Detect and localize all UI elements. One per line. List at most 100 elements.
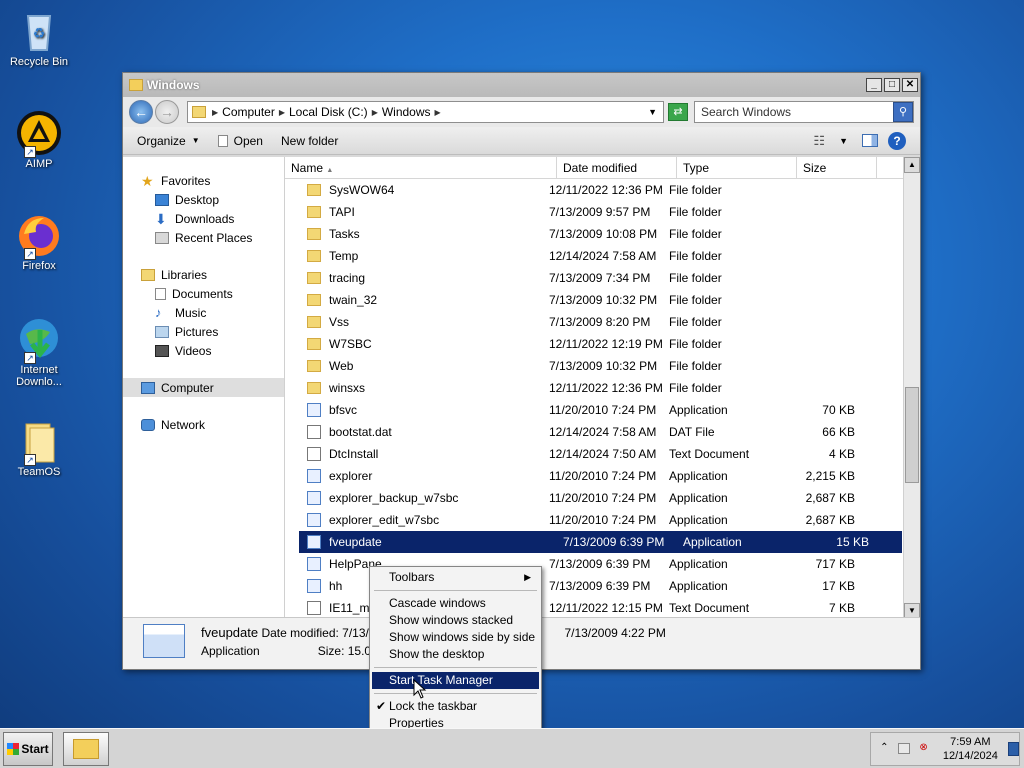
close-button[interactable]: ✕ <box>902 78 918 92</box>
nav-pictures[interactable]: Pictures <box>123 322 284 341</box>
new-folder-button[interactable]: New folder <box>281 134 338 148</box>
file-row[interactable]: Web 7/13/2009 10:32 PM File folder <box>285 355 902 377</box>
organize-button[interactable]: Organize ▼ <box>137 134 200 148</box>
scroll-thumb[interactable] <box>905 387 919 483</box>
desktop-icon-internet-download[interactable]: ↗ Internet Downlo... <box>6 316 72 388</box>
shortcut-arrow-icon: ↗ <box>24 248 36 260</box>
taskbar-explorer-button[interactable] <box>63 731 109 766</box>
address-bar[interactable]: ▶ Computer ▶ Local Disk (C:) ▶ Windows ▶… <box>187 101 664 123</box>
file-date: 7/13/2009 6:39 PM <box>563 535 665 549</box>
title-bar[interactable]: Windows _ □ ✕ <box>123 73 920 97</box>
breadcrumb-local-disk[interactable]: Local Disk (C:) <box>289 105 368 119</box>
vertical-scrollbar[interactable]: ▲ ▼ <box>903 157 920 619</box>
network-icon[interactable] <box>897 743 911 754</box>
search-icon[interactable]: ⚲ <box>893 102 913 122</box>
menu-item-show-windows-stacked[interactable]: Show windows stacked <box>372 612 539 629</box>
volume-muted-icon[interactable]: ⊗ <box>918 742 929 756</box>
desktop-icon-firefox[interactable]: ↗ Firefox <box>6 212 72 272</box>
file-name-cell: tracing <box>285 271 543 285</box>
submenu-arrow-icon: ▶ <box>524 572 531 582</box>
refresh-button[interactable]: ⇄ <box>668 103 688 121</box>
column-header-name[interactable]: Name ▲ <box>285 157 557 178</box>
file-type: File folder <box>669 381 722 395</box>
column-header-date[interactable]: Date modified <box>557 157 677 178</box>
nav-documents[interactable]: Documents <box>123 284 284 303</box>
chevron-right-icon[interactable]: ▶ <box>435 108 441 117</box>
file-row[interactable]: Vss 7/13/2009 8:20 PM File folder <box>285 311 902 333</box>
column-header-type[interactable]: Type <box>677 157 797 178</box>
chevron-down-icon[interactable]: ▼ <box>839 136 848 146</box>
chevron-right-icon[interactable]: ▶ <box>212 108 218 117</box>
file-row[interactable]: explorer 11/20/2010 7:24 PM Application 2,2… <box>285 465 902 487</box>
file-row[interactable]: DtcInstall 12/14/2024 7:50 AM Text Documen… <box>285 443 902 465</box>
nav-label: Downloads <box>175 211 235 226</box>
chevron-right-icon[interactable]: ▶ <box>279 108 285 117</box>
nav-desktop[interactable]: Desktop <box>123 190 284 209</box>
nav-recent-places[interactable]: Recent Places <box>123 228 284 247</box>
star-icon: ★ <box>141 172 154 189</box>
globe-download-icon: ↗ <box>16 316 62 364</box>
minimize-button[interactable]: _ <box>866 78 882 92</box>
details-modified: Date modified: 7/13/ <box>261 626 369 640</box>
menu-item-cascade-windows[interactable]: Cascade windows <box>372 595 539 612</box>
back-button[interactable]: ← <box>129 100 153 124</box>
desktop-icon-label: TeamOS <box>17 466 61 478</box>
show-desktop-icon[interactable] <box>1007 741 1019 756</box>
menu-item-lock-taskbar[interactable]: ✔ Lock the taskbar <box>372 698 539 715</box>
view-options-icon[interactable]: ☷ <box>813 133 825 149</box>
breadcrumb-computer[interactable]: Computer <box>222 105 275 119</box>
system-tray: ⌃ ⊗ 7:59 AM 12/14/2024 <box>870 731 1020 766</box>
search-input[interactable]: Search Windows ⚲ <box>694 101 914 123</box>
file-row[interactable]: explorer_backup_w7sbc 11/20/2010 7:24 PM A… <box>285 487 902 509</box>
desktop-icon-teamos[interactable]: ↗ TeamOS <box>6 418 72 478</box>
file-row[interactable]: TAPI 7/13/2009 9:57 PM File folder <box>285 201 902 223</box>
nav-label: Favorites <box>161 173 211 188</box>
file-row[interactable]: winsxs 12/11/2022 12:36 PM File folder <box>285 377 902 399</box>
file-row[interactable]: explorer_edit_w7sbc 11/20/2010 7:24 PM App… <box>285 509 902 531</box>
file-row[interactable]: bootstat.dat 12/14/2024 7:58 AM DAT File 66… <box>285 421 902 443</box>
menu-item-show-windows-side-by-side[interactable]: Show windows side by side <box>372 629 539 646</box>
file-name: Temp <box>329 249 359 263</box>
desktop-icon-aimp[interactable]: ↗ AIMP <box>6 110 72 170</box>
nav-libraries[interactable]: Libraries <box>123 265 284 284</box>
menu-item-toolbars[interactable]: Toolbars ▶ <box>372 569 539 586</box>
file-name: tracing <box>329 271 366 285</box>
menu-item-start-task-manager[interactable]: Start Task Manager <box>372 672 539 689</box>
open-button[interactable]: Open <box>217 134 263 148</box>
nav-favorites[interactable]: ★ Favorites <box>123 171 284 190</box>
file-size: 66 KB <box>822 425 855 439</box>
file-row[interactable]: fveupdate 7/13/2009 6:39 PM Application 15 … <box>299 531 902 553</box>
nav-videos[interactable]: Videos <box>123 341 284 360</box>
file-row[interactable]: twain_32 7/13/2009 10:32 PM File folder <box>285 289 902 311</box>
file-row[interactable]: SysWOW64 12/11/2022 12:36 PM File folder <box>285 179 902 201</box>
nav-downloads[interactable]: ⬇ Downloads <box>123 209 284 228</box>
file-date: 12/11/2022 12:36 PM <box>549 381 663 395</box>
file-row[interactable]: W7SBC 12/11/2022 12:19 PM File folder <box>285 333 902 355</box>
file-date: 7/13/2009 10:32 PM <box>549 293 658 307</box>
nav-computer[interactable]: Computer <box>123 378 284 397</box>
file-row[interactable]: Temp 12/14/2024 7:58 AM File folder <box>285 245 902 267</box>
chevron-right-icon[interactable]: ▶ <box>372 108 378 117</box>
aimp-icon: ↗ <box>16 110 62 158</box>
file-row[interactable]: tracing 7/13/2009 7:34 PM File folder <box>285 267 902 289</box>
file-row[interactable]: Tasks 7/13/2009 10:08 PM File folder <box>285 223 902 245</box>
file-row[interactable]: bfsvc 11/20/2010 7:24 PM Application 70 KB <box>285 399 902 421</box>
maximize-button[interactable]: □ <box>884 78 900 92</box>
folder-icon <box>307 206 321 218</box>
help-icon[interactable]: ? <box>888 131 906 150</box>
clock[interactable]: 7:59 AM 12/14/2024 <box>943 735 998 763</box>
preview-pane-icon[interactable] <box>862 134 878 147</box>
forward-button[interactable]: → <box>155 100 179 124</box>
file-name: fveupdate <box>329 535 382 549</box>
nav-music[interactable]: ♪ Music <box>123 303 284 322</box>
address-dropdown-icon[interactable]: ▼ <box>648 107 657 117</box>
breadcrumb-windows[interactable]: Windows <box>382 105 431 119</box>
scroll-up-button[interactable]: ▲ <box>904 157 920 173</box>
menu-item-show-desktop[interactable]: Show the desktop <box>372 646 539 663</box>
desktop-icon-recycle-bin[interactable]: ♻ Recycle Bin <box>6 8 72 68</box>
column-header-size[interactable]: Size <box>797 157 877 178</box>
chevron-up-icon[interactable]: ⌃ <box>879 742 890 756</box>
nav-network[interactable]: Network <box>123 415 284 434</box>
start-button[interactable]: Start <box>3 731 53 766</box>
taskbar[interactable]: Start ⌃ ⊗ 7:59 AM 12/14/2024 <box>0 728 1024 768</box>
